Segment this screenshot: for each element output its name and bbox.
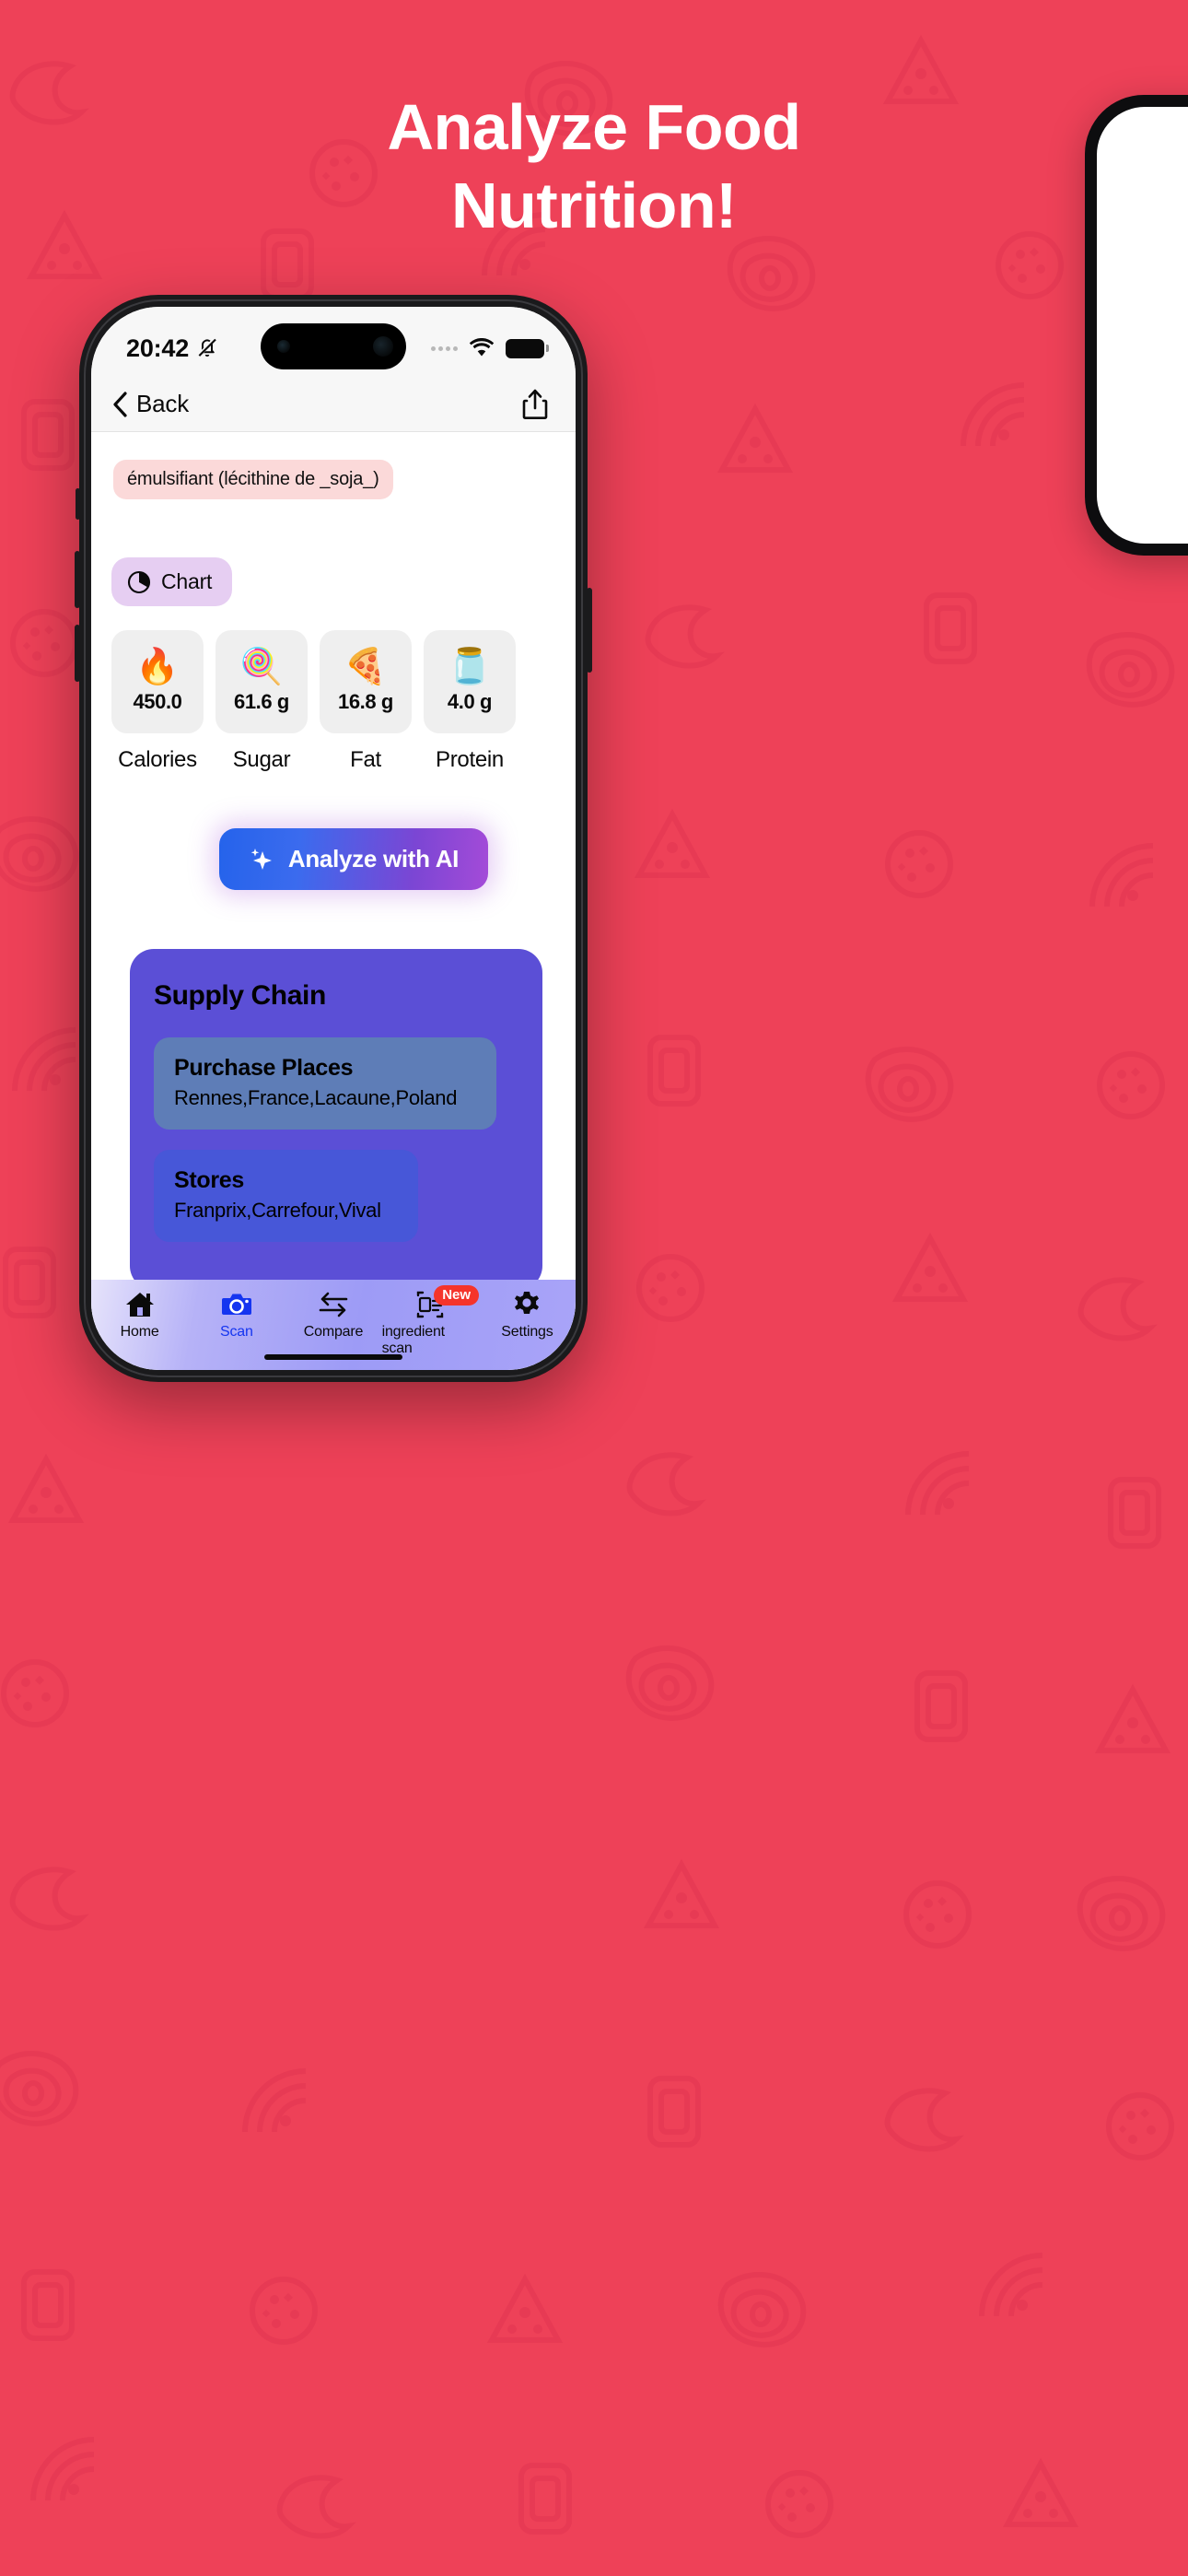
- nutrition-card-protein[interactable]: 🫙 4.0 g Protein: [424, 630, 516, 773]
- phone-screen: 20:42 Back émulsifiant (lécithine de _so…: [91, 307, 576, 1370]
- protein-jar-icon: 🫙: [448, 648, 492, 686]
- analyze-with-ai-button[interactable]: Analyze with AI: [218, 828, 489, 890]
- supply-card-title: Stores: [174, 1167, 245, 1193]
- chart-button-label: Chart: [161, 569, 213, 593]
- analyze-row: Analyze with AI: [91, 773, 576, 890]
- nutrition-label: Sugar: [232, 747, 291, 772]
- phone-mockup: 20:42 Back émulsifiant (lécithine de _so…: [75, 295, 592, 1382]
- signal-dots-icon: [431, 345, 458, 351]
- nutrition-card-sugar[interactable]: 🍭 61.6 g Sugar: [215, 630, 308, 773]
- tab-label: Scan: [219, 1324, 253, 1340]
- promo-headline: Analyze Food Nutrition!: [0, 88, 1188, 246]
- nutrition-label: Calories: [118, 747, 197, 772]
- front-camera-lens: [373, 336, 393, 357]
- power-button: [587, 588, 592, 673]
- headline-line-2: Nutrition!: [451, 170, 737, 242]
- screen-content: émulsifiant (lécithine de _soja_) Chart …: [91, 432, 576, 1370]
- kcal-flame-icon: 🔥: [135, 648, 180, 686]
- tab-home[interactable]: Home: [91, 1290, 188, 1341]
- status-bar: 20:42: [91, 307, 576, 377]
- tab-label: Compare: [303, 1324, 364, 1340]
- tab-settings[interactable]: Settings: [479, 1290, 576, 1341]
- nutrition-cards: 🔥 450.0 Calories 🍭 61.6 g Sugar 🍕 16.8 g…: [91, 606, 576, 773]
- camera-icon: [221, 1294, 251, 1315]
- ingredient-tag-row: émulsifiant (lécithine de _soja_): [91, 432, 576, 499]
- supply-card-value: Franprix,Carrefour,Vival: [174, 1199, 381, 1222]
- ingredient-tag[interactable]: émulsifiant (lécithine de _soja_): [113, 460, 393, 499]
- nutrition-card-calories[interactable]: 🔥 450.0 Calories: [111, 630, 204, 773]
- nutrition-card-body: 🫙 4.0 g: [424, 630, 516, 733]
- status-time: 20:42: [126, 334, 190, 362]
- nutrition-value: 61.6 g: [234, 690, 289, 713]
- chevron-left-icon: [113, 391, 127, 417]
- lollipop-icon: 🍭: [239, 648, 284, 686]
- supply-chain-card-purchase-places[interactable]: Purchase Places Rennes,France,Lacaune,Po…: [154, 1037, 496, 1130]
- chart-chip-row: Chart: [91, 499, 576, 606]
- home-icon: [125, 1293, 154, 1317]
- status-bar-left: 20:42: [126, 334, 218, 363]
- supply-card-value: Rennes,France,Lacaune,Poland: [174, 1086, 458, 1109]
- home-indicator: [264, 1354, 402, 1360]
- supply-chain-title: Supply Chain: [154, 980, 326, 1011]
- nutrition-card-body: 🔥 450.0: [111, 630, 204, 733]
- tab-compare[interactable]: Compare: [285, 1290, 381, 1341]
- new-badge: New: [434, 1285, 480, 1306]
- supply-chain-card-stores[interactable]: Stores Franprix,Carrefour,Vival: [154, 1150, 418, 1242]
- supply-chain-section: Supply Chain Purchase Places Rennes,Fran…: [130, 949, 542, 1290]
- bell-slash-icon: [198, 338, 216, 357]
- navigation-bar: Back: [91, 377, 576, 432]
- nutrition-label: Fat: [350, 747, 381, 772]
- front-sensor: [277, 340, 290, 353]
- nutrition-card-body: 🍭 61.6 g: [215, 630, 308, 733]
- tab-label: Settings: [501, 1324, 553, 1340]
- pizza-icon: 🍕: [344, 648, 388, 686]
- nutrition-value: 16.8 g: [338, 690, 393, 713]
- nutrition-value: 450.0: [133, 690, 182, 713]
- tab-label: Home: [120, 1324, 159, 1340]
- dynamic-island: [261, 323, 406, 369]
- wifi-icon: [469, 338, 495, 357]
- pie-chart-icon: [127, 570, 151, 593]
- tab-label: ingredient scan: [381, 1324, 445, 1356]
- volume-up-button: [75, 551, 80, 608]
- supply-card-title: Purchase Places: [174, 1055, 354, 1081]
- gear-icon: [515, 1292, 540, 1314]
- tab-scan[interactable]: Scan: [188, 1290, 285, 1341]
- volume-down-button: [75, 625, 80, 682]
- analyze-with-ai-label: Analyze with AI: [287, 845, 460, 872]
- back-button[interactable]: Back: [111, 390, 189, 418]
- status-bar-right: [431, 338, 549, 358]
- headline-line-1: Analyze Food: [387, 91, 801, 163]
- chart-button[interactable]: Chart: [111, 557, 233, 606]
- nutrition-label: Protein: [436, 747, 504, 772]
- share-icon[interactable]: [522, 389, 548, 420]
- tab-ingredient-scan[interactable]: New ingredient scan: [381, 1285, 480, 1357]
- sparkle-icon: [250, 848, 272, 870]
- nutrition-card-body: 🍕 16.8 g: [320, 630, 412, 733]
- mute-switch: [76, 488, 80, 520]
- nutrition-card-fat[interactable]: 🍕 16.8 g Fat: [320, 630, 412, 773]
- nutrition-value: 4.0 g: [447, 690, 493, 713]
- compare-arrows-icon: [319, 1292, 348, 1317]
- back-button-label: Back: [136, 390, 190, 417]
- battery-full-icon: [506, 338, 549, 358]
